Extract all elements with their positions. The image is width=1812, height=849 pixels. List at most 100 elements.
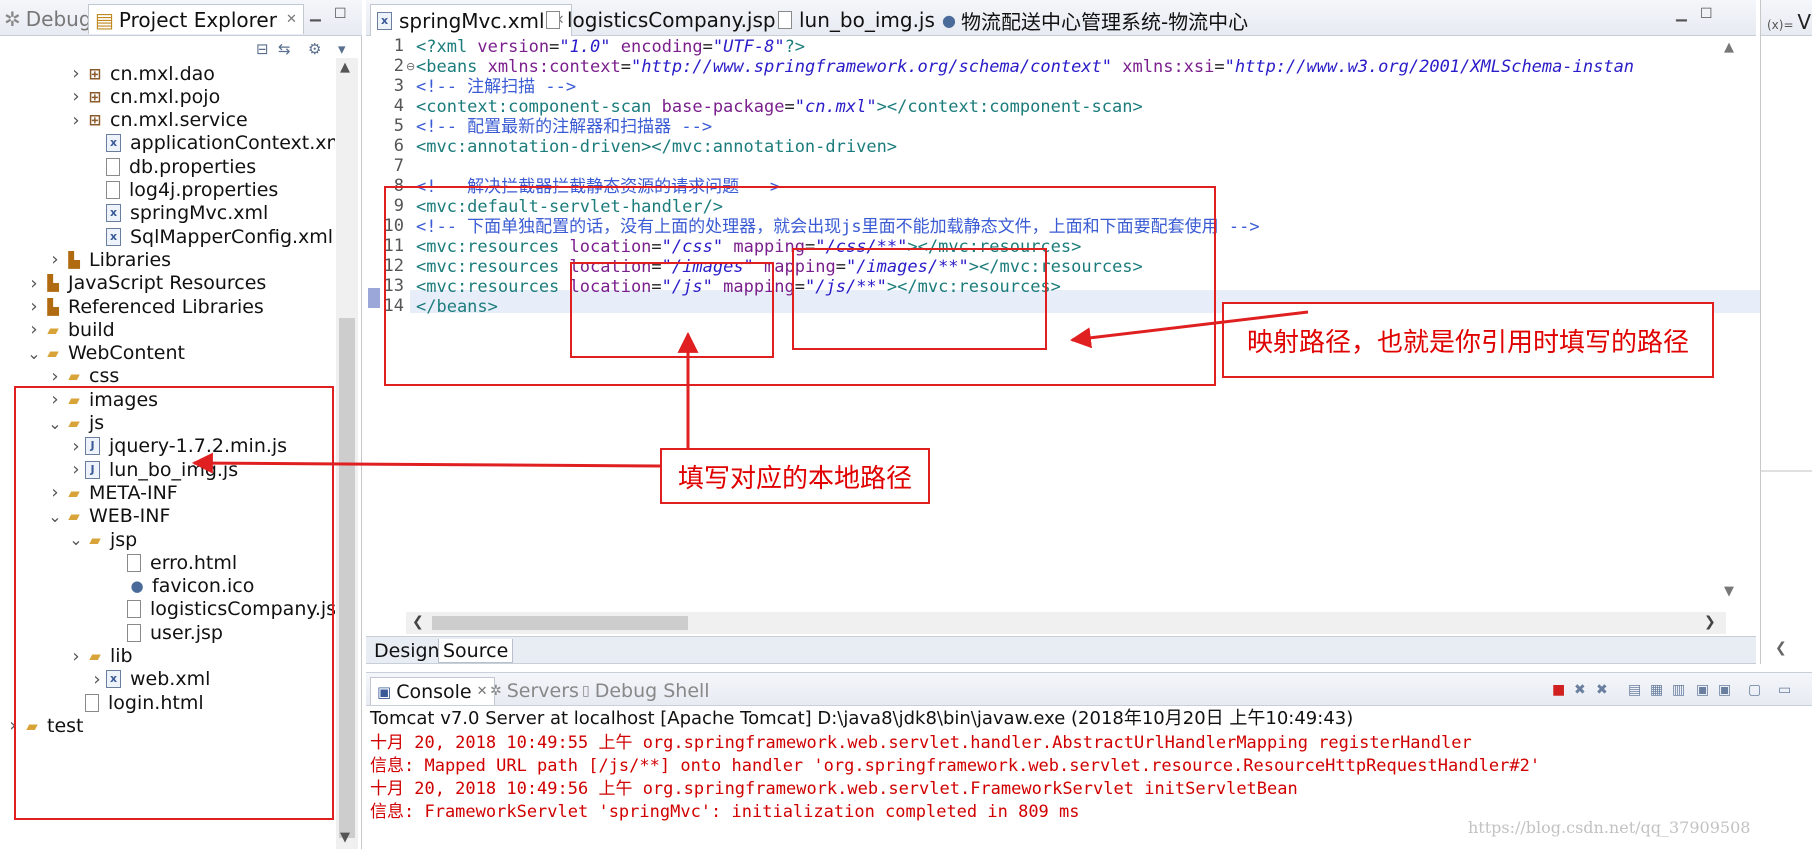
- variables-tab[interactable]: (x)= V: [1761, 0, 1812, 36]
- tree-item-label: build: [68, 318, 115, 341]
- chevron-right-icon[interactable]: ›: [67, 646, 85, 667]
- close-icon[interactable]: ✕: [477, 684, 488, 699]
- chevron-down-icon[interactable]: ▾: [338, 40, 346, 58]
- minimize-icon[interactable]: ▁: [310, 6, 321, 22]
- pin-console-icon[interactable]: ▣: [1696, 682, 1709, 698]
- tree-item-label: WEB-INF: [89, 505, 171, 528]
- tab-lun-bo-img-js[interactable]: lun_bo_img.js: [778, 4, 935, 36]
- pane-divider: [1761, 470, 1812, 472]
- chevron-right-icon[interactable]: ›: [46, 389, 64, 410]
- tree-scrollbar[interactable]: ▲ ▼: [336, 58, 358, 849]
- clear-console-icon[interactable]: ▤: [1628, 682, 1641, 698]
- file-icon: [127, 623, 141, 642]
- jsp-file-icon: [546, 11, 560, 29]
- tab-source[interactable]: Source: [438, 639, 514, 663]
- chevron-right-icon[interactable]: ›: [25, 273, 43, 294]
- word-wrap-icon[interactable]: ▥: [1672, 682, 1685, 698]
- folder-icon: ▰: [47, 320, 59, 339]
- package-icon: ⊞: [88, 64, 102, 83]
- code-line-13: <mvc:resources location="/js" mapping="/…: [416, 277, 1061, 297]
- chevron-right-icon[interactable]: ›: [88, 669, 106, 690]
- scroll-down-icon[interactable]: ▼: [1724, 584, 1734, 599]
- tab-debug-label: Debug: [25, 7, 92, 31]
- tree-item-label: SqlMapperConfig.xml: [130, 225, 334, 248]
- editor-horizontal-scrollbar[interactable]: ❮ ❯: [406, 612, 1726, 634]
- chevron-right-icon[interactable]: ›: [67, 459, 85, 480]
- servers-icon: ✲: [490, 683, 502, 699]
- scroll-right-icon[interactable]: ❯: [1704, 614, 1716, 630]
- line-number: 5: [393, 116, 404, 136]
- scroll-thumb[interactable]: [432, 616, 688, 630]
- xml-file-icon: x: [106, 134, 121, 153]
- close-icon[interactable]: ✕: [286, 12, 297, 27]
- scroll-lock-icon[interactable]: ▦: [1650, 682, 1663, 698]
- chevron-right-icon[interactable]: ›: [25, 296, 43, 317]
- collapse-all-icon[interactable]: ⊟: [256, 40, 269, 58]
- minimize-icon[interactable]: ▭: [1778, 682, 1791, 698]
- tab-debug[interactable]: ✲ Debug: [4, 4, 92, 34]
- folder-icon: ▰: [89, 530, 101, 549]
- chevron-down-icon[interactable]: ⌄: [67, 530, 85, 549]
- code-line-2: <beans xmlns:context="http://www.springf…: [416, 57, 1635, 77]
- chevron-right-icon[interactable]: ›: [46, 482, 64, 503]
- line-number: 3: [393, 76, 404, 96]
- tree-item-label: Libraries: [89, 248, 172, 271]
- console-header: Tomcat v7.0 Server at localhost [Apache …: [370, 708, 1354, 729]
- remove-all-icon[interactable]: ✖: [1596, 682, 1608, 698]
- display-console-icon[interactable]: ▣: [1718, 682, 1731, 698]
- maximize-icon[interactable]: ☐: [1700, 6, 1713, 22]
- chevron-right-icon[interactable]: ›: [46, 249, 64, 270]
- tab-label: logisticsCompany.jsp: [567, 8, 776, 32]
- code-line-14: </beans>: [416, 297, 498, 317]
- remove-launch-icon[interactable]: ✖: [1574, 682, 1586, 698]
- tree-item-label: erro.html: [150, 551, 238, 574]
- chevron-down-icon[interactable]: ⌄: [25, 344, 43, 363]
- chevron-down-icon[interactable]: ⌄: [46, 414, 64, 433]
- folder-icon: ▰: [68, 414, 80, 432]
- tab-browser-page[interactable]: ● 物流配送中心管理系统-物流中心: [942, 4, 1248, 36]
- cursor-line-marker: [368, 288, 380, 308]
- js-file-icon: [778, 11, 792, 29]
- tab-console[interactable]: ▣ Console ✕: [370, 677, 495, 705]
- tab-servers[interactable]: ✲ Servers: [490, 677, 579, 705]
- tree-item-label: favicon.ico: [152, 575, 255, 598]
- scroll-down-icon[interactable]: ▼: [340, 830, 350, 845]
- tab-design[interactable]: Design: [370, 639, 444, 663]
- minimize-icon[interactable]: ▁: [1676, 6, 1687, 22]
- chevron-right-icon[interactable]: ›: [67, 86, 85, 107]
- tab-debug-shell[interactable]: ▯ Debug Shell: [582, 677, 710, 705]
- link-with-editor-icon[interactable]: ⇆: [278, 40, 291, 58]
- tab-debug-shell-label: Debug Shell: [594, 680, 710, 702]
- terminate-icon[interactable]: ■: [1552, 682, 1565, 698]
- editor-vertical-scrollbar[interactable]: ▲ ▼: [1720, 36, 1742, 606]
- tab-springmvc-xml[interactable]: x springMvc.xml ✕: [370, 4, 572, 36]
- tree-item-label: test: [47, 714, 84, 737]
- tab-console-label: Console: [396, 680, 472, 703]
- tab-project-explorer[interactable]: ▤ Project Explorer ✕: [88, 4, 304, 34]
- chevron-right-icon[interactable]: ›: [67, 436, 85, 457]
- console-line: 信息: FrameworkServlet 'springMvc': initia…: [370, 802, 1080, 822]
- chevron-right-icon[interactable]: ›: [46, 366, 64, 387]
- view-menu-icon[interactable]: ⚙: [308, 40, 321, 58]
- scroll-left-icon[interactable]: ❮: [412, 614, 424, 630]
- chevron-right-icon[interactable]: ›: [25, 319, 43, 340]
- scroll-thumb[interactable]: [339, 318, 355, 838]
- editor-tab-bar: x springMvc.xml ✕ logisticsCompany.jsp l…: [366, 0, 1756, 36]
- library-icon: ▙: [47, 274, 59, 293]
- scroll-left-icon[interactable]: ❮: [1775, 640, 1787, 656]
- maximize-icon[interactable]: ☐: [334, 6, 347, 22]
- folder-icon: ▰: [68, 367, 80, 386]
- fold-icon[interactable]: ⊖: [406, 60, 415, 73]
- chevron-down-icon[interactable]: ⌄: [46, 507, 64, 526]
- tree-item-login-html[interactable]: login.html: [67, 689, 204, 716]
- scroll-up-icon[interactable]: ▲: [340, 60, 350, 75]
- open-console-icon[interactable]: ▢: [1748, 682, 1761, 698]
- xml-file-icon: x: [106, 227, 121, 246]
- chevron-right-icon[interactable]: ›: [67, 63, 85, 84]
- tree-item-label: web.xml: [130, 668, 211, 691]
- scroll-up-icon[interactable]: ▲: [1724, 40, 1734, 55]
- tab-logisticscompany-jsp[interactable]: logisticsCompany.jsp: [546, 4, 776, 36]
- chevron-right-icon[interactable]: ›: [4, 715, 22, 736]
- chevron-right-icon[interactable]: ›: [67, 110, 85, 131]
- tree-item-test[interactable]: › ▰ test: [4, 712, 84, 739]
